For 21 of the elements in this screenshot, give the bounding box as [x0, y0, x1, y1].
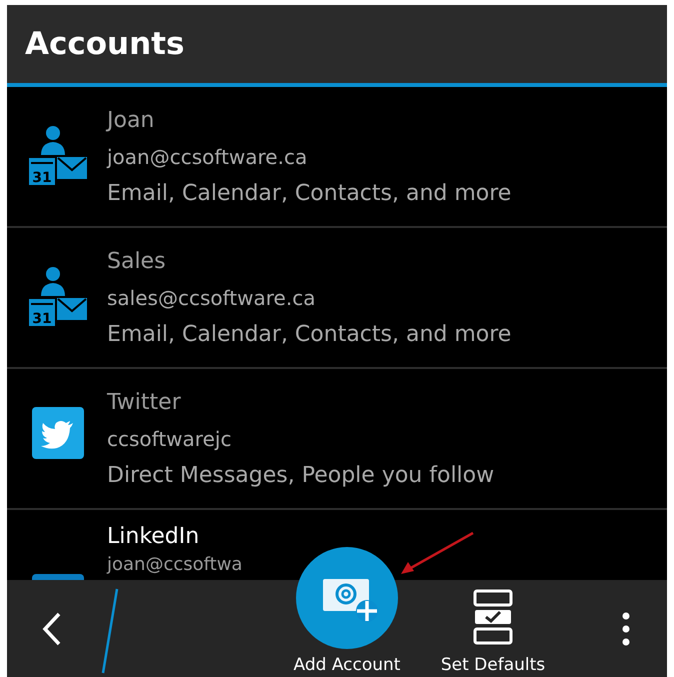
account-item[interactable]: 31 Sales sales@ccsoftware.ca Email, Calendar, Contacts, and more	[7, 228, 667, 369]
bird-icon	[32, 407, 84, 459]
account-item[interactable]: Twitter ccsoftwarejc Direct Messages, People you follow	[7, 369, 667, 510]
account-address: joan@ccsoftware.ca	[107, 144, 308, 171]
account-item[interactable]: 31 Joan joan@ccsoftware.ca Email, Calendar, Contacts, and more	[7, 87, 667, 228]
page-title: Accounts	[25, 26, 184, 62]
account-name: Twitter	[107, 389, 182, 417]
checklist-icon	[473, 589, 513, 645]
account-services: Direct Messages, People you follow	[107, 462, 494, 490]
account-name: Joan	[107, 107, 156, 135]
account-name: LinkedIn	[107, 523, 200, 551]
account-address: joan@ccsoftwa	[107, 553, 242, 577]
account-address: sales@ccsoftware.ca	[107, 285, 316, 312]
set-defaults-button[interactable]: Set Defaults	[431, 589, 555, 677]
back-icon	[42, 612, 62, 646]
account-services: Email, Calendar, Contacts, and more	[107, 180, 512, 208]
add-email-icon	[321, 577, 381, 623]
account-address: ccsoftwarejc	[107, 426, 232, 453]
more-icon	[622, 612, 630, 646]
account-name: Sales	[107, 248, 167, 276]
account-services: Email, Calendar, Contacts, and more	[107, 321, 512, 349]
